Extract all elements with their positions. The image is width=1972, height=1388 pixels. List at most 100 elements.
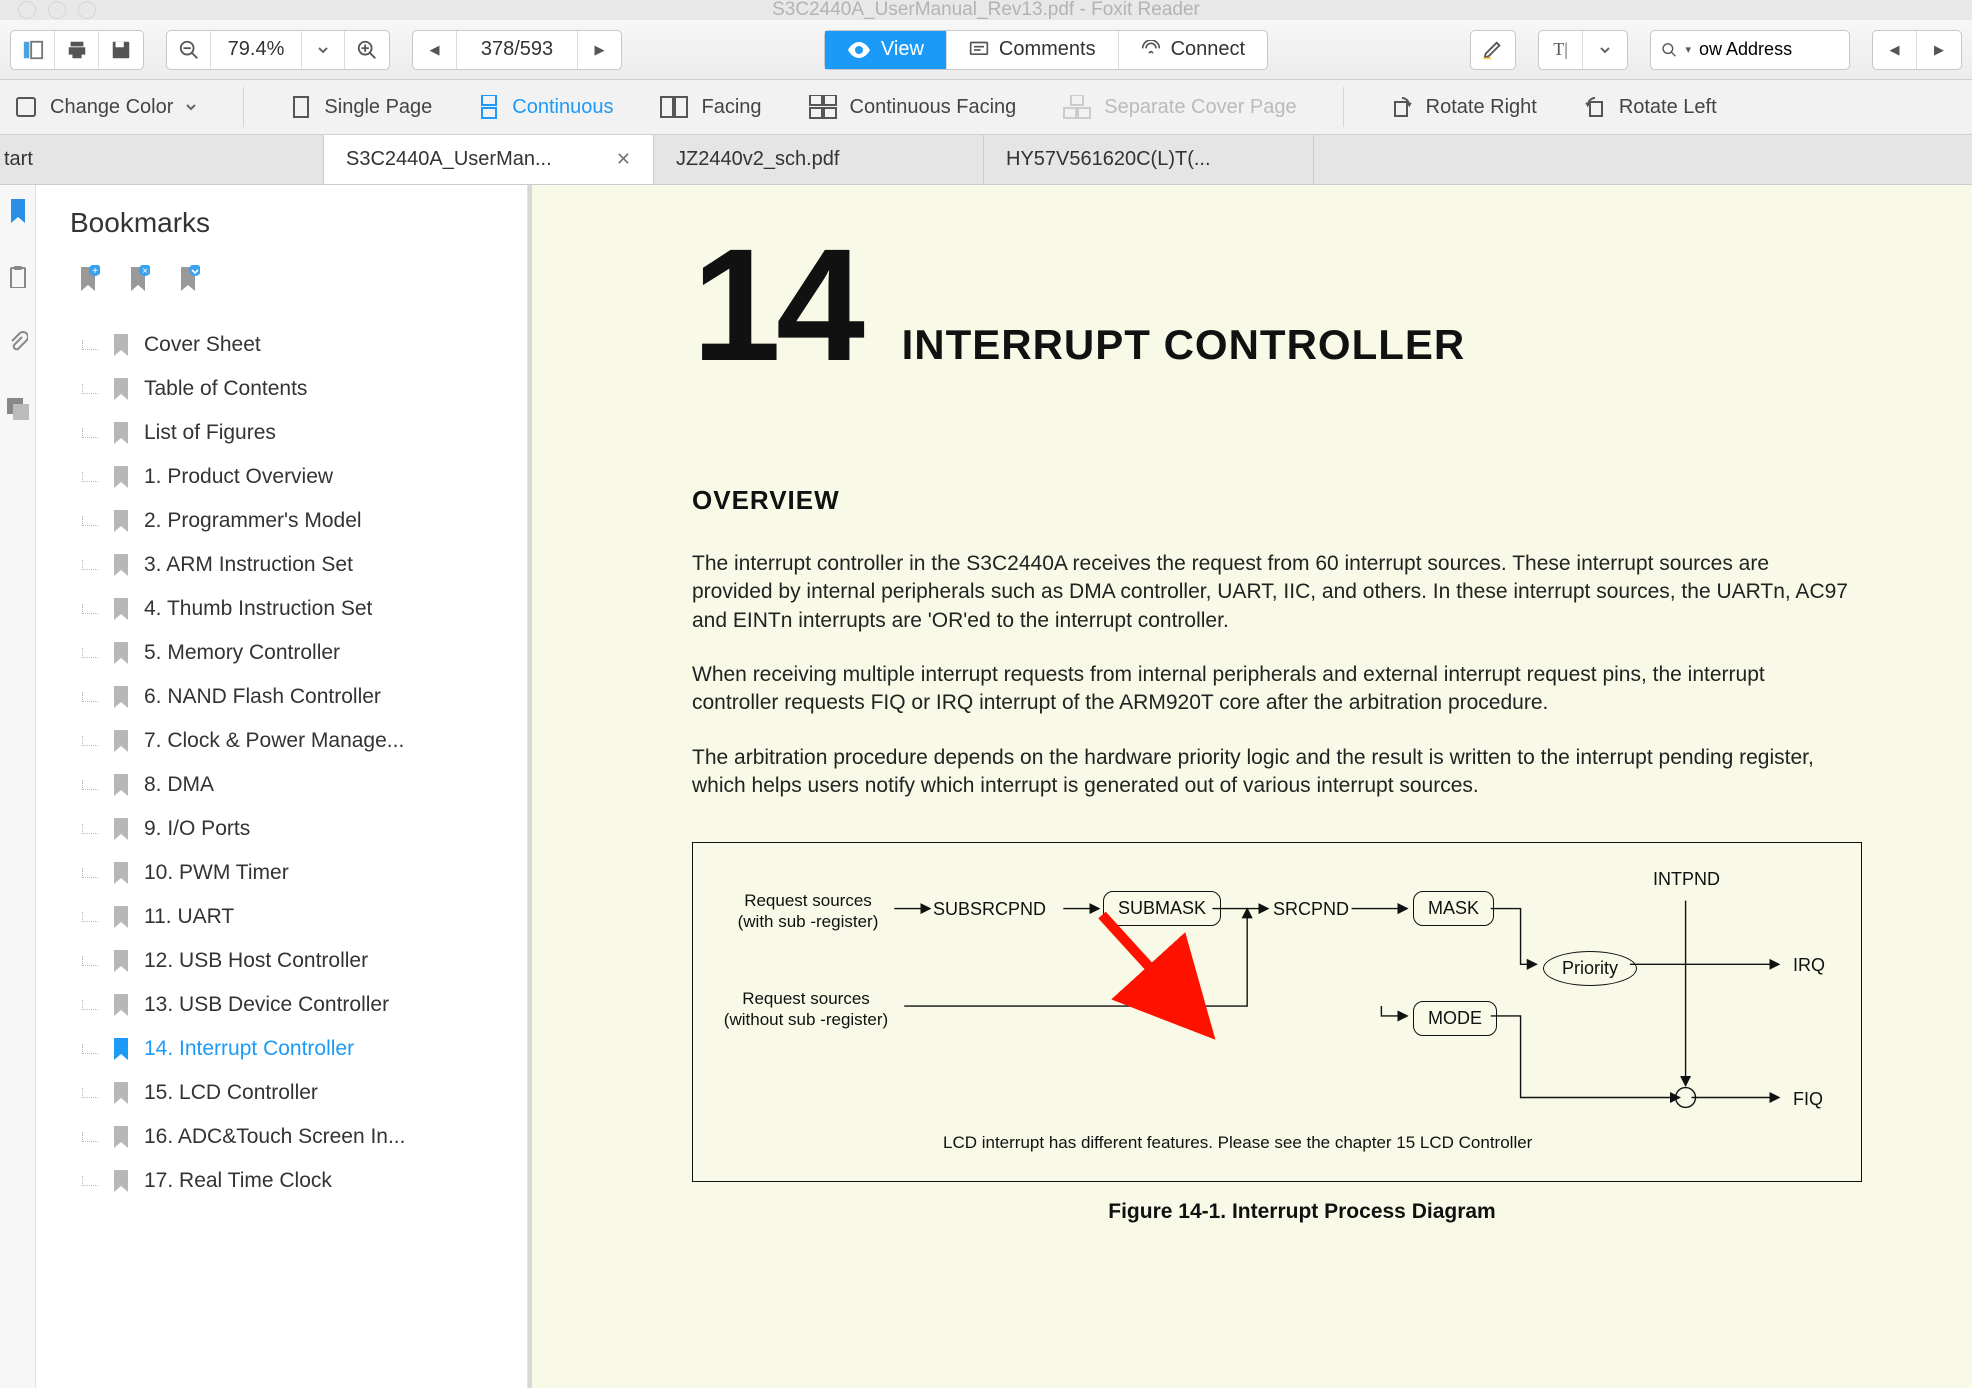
close-icon[interactable]: ✕ — [616, 149, 631, 170]
bookmark-item[interactable]: 12. USB Host Controller — [70, 939, 507, 983]
tab-hy57[interactable]: HY57V561620C(L)T(... — [984, 135, 1314, 184]
continuous-facing-label: Continuous Facing — [850, 96, 1017, 119]
view-tab-button[interactable]: View — [825, 31, 947, 69]
search-input[interactable] — [1699, 39, 1839, 60]
bookmark-item[interactable]: 16. ADC&Touch Screen In... — [70, 1115, 507, 1159]
bookmark-icon — [112, 730, 130, 752]
zoom-in-button[interactable] — [345, 31, 389, 69]
chapter-title: INTERRUPT CONTROLLER — [902, 321, 1466, 369]
search-prev-button[interactable]: ◀ — [1873, 31, 1917, 69]
bookmark-item[interactable]: 9. I/O Ports — [70, 807, 507, 851]
bookmark-icon — [112, 862, 130, 884]
tab-usermanual[interactable]: S3C2440A_UserMan... ✕ — [324, 135, 654, 184]
traffic-light[interactable] — [48, 1, 66, 19]
bookmark-icon — [112, 1038, 130, 1060]
bookmark-item[interactable]: Cover Sheet — [70, 323, 507, 367]
continuous-label: Continuous — [512, 96, 613, 119]
diag-mode: MODE — [1413, 1001, 1497, 1036]
next-page-button[interactable]: ▶ — [577, 31, 621, 69]
search-next-button[interactable]: ▶ — [1917, 31, 1961, 69]
text-tool-dropdown[interactable] — [1583, 31, 1627, 69]
clipboard-panel-icon[interactable] — [8, 266, 28, 291]
document-tabs: tart S3C2440A_UserMan... ✕ JZ2440v2_sch.… — [0, 135, 1972, 185]
traffic-light[interactable] — [78, 1, 96, 19]
bookmark-item[interactable]: List of Figures — [70, 411, 507, 455]
bookmark-label: 16. ADC&Touch Screen In... — [144, 1125, 405, 1149]
diag-intpnd: INTPND — [1653, 869, 1720, 890]
connect-label: Connect — [1171, 38, 1246, 61]
bookmark-label: List of Figures — [144, 421, 276, 445]
search-bar[interactable]: ▾ — [1650, 30, 1850, 70]
bookmark-icon — [112, 950, 130, 972]
print-button[interactable] — [55, 31, 99, 69]
prev-page-button[interactable]: ◀ — [413, 31, 457, 69]
diag-req-without: Request sources(without sub -register) — [711, 989, 901, 1030]
tab-label: S3C2440A_UserMan... — [346, 148, 552, 171]
diag-req-with: Request sources(with sub -register) — [723, 891, 893, 932]
bookmark-item[interactable]: 1. Product Overview — [70, 455, 507, 499]
rotate-right-button[interactable]: Rotate Right — [1390, 95, 1537, 119]
bookmark-label: 10. PWM Timer — [144, 861, 289, 885]
diag-footnote: LCD interrupt has different features. Pl… — [943, 1133, 1532, 1153]
bookmark-item[interactable]: 6. NAND Flash Controller — [70, 675, 507, 719]
rotate-right-icon — [1390, 95, 1414, 119]
traffic-light[interactable] — [18, 1, 36, 19]
diag-submask: SUBMASK — [1103, 891, 1221, 926]
facing-label: Facing — [701, 96, 761, 119]
add-bookmark-button[interactable]: + — [78, 265, 100, 293]
save-button[interactable] — [99, 31, 143, 69]
bookmark-item[interactable]: 15. LCD Controller — [70, 1071, 507, 1115]
diag-fiq: FIQ — [1793, 1089, 1823, 1110]
bookmark-item[interactable]: Table of Contents — [70, 367, 507, 411]
search-options-icon[interactable]: ▾ — [1685, 43, 1691, 56]
bookmarks-list[interactable]: Cover Sheet Table of Contents List of Figu… — [70, 323, 507, 1388]
bookmark-item[interactable]: 17. Real Time Clock — [70, 1159, 507, 1203]
bookmark-icon — [112, 422, 130, 444]
bookmark-item[interactable]: 3. ARM Instruction Set — [70, 543, 507, 587]
facing-icon — [659, 95, 689, 119]
bookmark-icon — [112, 906, 130, 928]
zoom-out-button[interactable] — [167, 31, 211, 69]
page-view[interactable]: 14 INTERRUPT CONTROLLER OVERVIEW The int… — [528, 185, 1972, 1388]
bookmark-item[interactable]: 5. Memory Controller — [70, 631, 507, 675]
continuous-facing-button[interactable]: Continuous Facing — [808, 95, 1017, 119]
bookmark-icon — [112, 1170, 130, 1192]
change-color-button[interactable]: Change Color — [14, 95, 197, 119]
bookmark-options-button[interactable] — [178, 265, 200, 293]
diag-subsrcpnd: SUBSRCPND — [933, 899, 1046, 920]
page-number-input[interactable] — [457, 38, 577, 61]
zoom-dropdown[interactable] — [301, 31, 345, 69]
bookmark-label: Table of Contents — [144, 377, 307, 401]
connect-tab-button[interactable]: Connect — [1119, 31, 1268, 69]
continuous-button[interactable]: Continuous — [478, 95, 613, 119]
single-page-button[interactable]: Single Page — [290, 95, 432, 119]
facing-button[interactable]: Facing — [659, 95, 761, 119]
diag-priority: Priority — [1543, 951, 1637, 986]
bookmark-label: 2. Programmer's Model — [144, 509, 362, 533]
bookmark-item[interactable]: 8. DMA — [70, 763, 507, 807]
chapter-number: 14 — [692, 225, 860, 385]
highlight-tool-button[interactable] — [1471, 31, 1515, 69]
zoom-level-input[interactable] — [211, 38, 301, 61]
separate-cover-icon — [1062, 95, 1092, 119]
bookmark-icon — [112, 1126, 130, 1148]
sidebar-toggle-button[interactable] — [11, 31, 55, 69]
bookmark-item[interactable]: 4. Thumb Instruction Set — [70, 587, 507, 631]
tab-sch[interactable]: JZ2440v2_sch.pdf — [654, 135, 984, 184]
comments-tab-button[interactable]: Comments — [947, 31, 1119, 69]
bookmark-item[interactable]: 7. Clock & Power Manage... — [70, 719, 507, 763]
tab-start[interactable]: tart — [0, 135, 324, 184]
layers-panel-icon[interactable] — [7, 398, 29, 423]
bookmarks-panel-icon[interactable] — [8, 199, 28, 226]
figure-caption: Figure 14-1. Interrupt Process Diagram — [692, 1200, 1912, 1224]
bookmark-item[interactable]: 2. Programmer's Model — [70, 499, 507, 543]
delete-bookmark-button[interactable]: × — [128, 265, 150, 293]
bookmark-item[interactable]: 10. PWM Timer — [70, 851, 507, 895]
rotate-left-button[interactable]: Rotate Left — [1583, 95, 1717, 119]
text-tool-button[interactable]: T| — [1539, 31, 1583, 69]
bookmark-item[interactable]: 14. Interrupt Controller — [70, 1027, 507, 1071]
attachments-panel-icon[interactable] — [8, 331, 28, 358]
bookmark-item[interactable]: 11. UART — [70, 895, 507, 939]
bookmark-item[interactable]: 13. USB Device Controller — [70, 983, 507, 1027]
tab-label: HY57V561620C(L)T(... — [1006, 148, 1211, 171]
